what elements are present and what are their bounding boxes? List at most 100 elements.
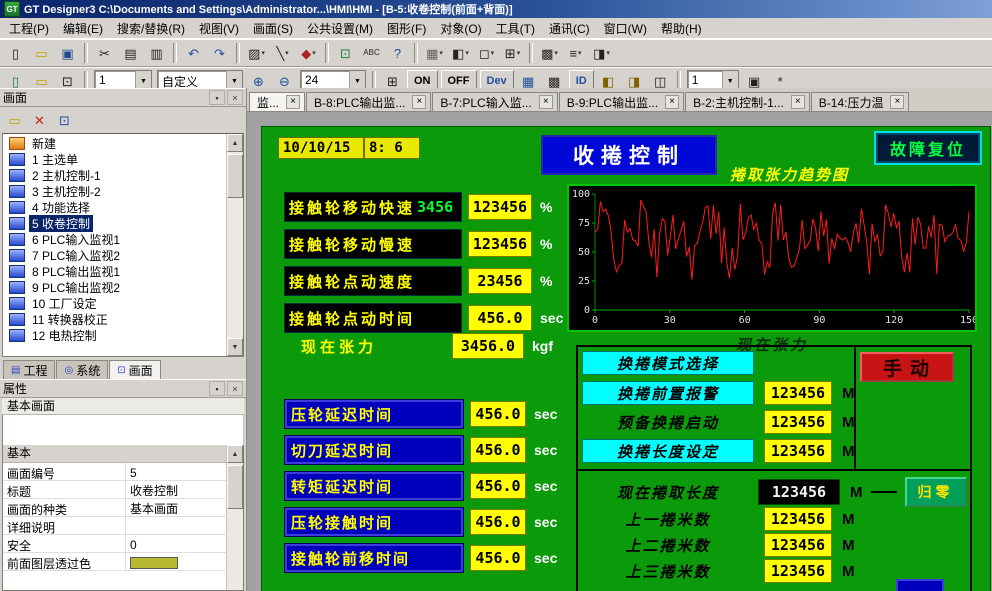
timer-label-plate[interactable]: 转矩延迟时间 — [284, 471, 464, 501]
dropdown-caret-icon[interactable]: ▾ — [261, 49, 265, 57]
property-value[interactable]: 5 — [126, 463, 226, 480]
design-canvas[interactable]: 10/10/15 8: 6 收捲控制 故障复位 捲取张力趋势图 10075502… — [247, 112, 992, 591]
hmi-screen-title[interactable]: 收捲控制 — [541, 135, 717, 175]
screen-tree-item[interactable]: 5 收卷控制 — [3, 215, 226, 231]
transparency-color-swatch[interactable] — [130, 557, 178, 569]
screen-tree-item[interactable]: 4 功能选择 — [3, 199, 226, 215]
pin-icon[interactable]: ▪ — [209, 90, 225, 105]
scroll-up-icon[interactable]: ▲ — [227, 445, 243, 463]
scroll-track[interactable] — [227, 152, 243, 338]
dropdown-caret-icon[interactable]: ▾ — [578, 49, 582, 57]
paint-color-icon[interactable]: ◆▾ — [296, 41, 321, 65]
menu-item[interactable]: 窗口(W) — [597, 18, 654, 39]
menu-item[interactable]: 公共设置(M) — [300, 18, 380, 39]
dock-tab[interactable]: ◎ 系统 — [56, 360, 108, 379]
speed-label-plate[interactable]: 接触轮移动慢速 — [284, 229, 462, 259]
tension-trend-chart[interactable]: 10075502500306090120150 — [567, 184, 977, 332]
screen-image-icon[interactable]: ⊡ — [52, 108, 77, 132]
document-tab[interactable]: B-2:主机控制-1... × — [685, 92, 810, 111]
menu-item[interactable]: 工程(P) — [2, 18, 56, 39]
property-value[interactable] — [126, 553, 226, 570]
roll-row-label[interactable]: 预备换捲启动 — [582, 410, 754, 434]
timer-label-plate[interactable]: 压轮接触时间 — [284, 507, 464, 537]
tab-close-icon[interactable]: × — [791, 95, 805, 109]
dropdown-caret-icon[interactable]: ▾ — [439, 49, 443, 57]
menu-item[interactable]: 搜索/替换(R) — [110, 18, 192, 39]
scroll-track[interactable] — [227, 463, 243, 590]
scroll-down-icon[interactable]: ▼ — [227, 338, 243, 356]
figure-icon[interactable]: ◻▾ — [474, 41, 499, 65]
speed-label-plate[interactable]: 接触轮移动快速 3456 — [284, 192, 462, 222]
dropdown-caret-icon[interactable]: ▾ — [312, 49, 316, 57]
tab-close-icon[interactable]: × — [890, 95, 904, 109]
timer-value-field[interactable]: 456.0 — [470, 401, 526, 427]
dropdown-caret-icon[interactable]: ▾ — [517, 49, 521, 57]
screen-preview-icon[interactable]: ⊡ — [333, 41, 358, 65]
fault-reset-button[interactable]: 故障复位 — [874, 131, 982, 165]
document-tab[interactable]: B-14:压力温 × — [811, 92, 910, 111]
reset-to-zero-button[interactable]: 归零 — [905, 477, 967, 507]
menu-item[interactable]: 画面(S) — [246, 18, 300, 39]
menu-item[interactable]: 工具(T) — [489, 18, 542, 39]
save-icon[interactable]: ▣ — [55, 41, 80, 65]
layer-icon[interactable]: ◨▾ — [589, 41, 614, 65]
date-display[interactable]: 10/10/15 — [278, 137, 364, 159]
speed-value-field[interactable]: 23456 — [468, 268, 532, 294]
menu-item[interactable]: 对象(O) — [433, 18, 488, 39]
help-icon[interactable]: ? — [385, 41, 410, 65]
dropdown-caret-icon[interactable]: ▾ — [491, 49, 495, 57]
dock-tab[interactable]: ▤ 工程 — [3, 360, 55, 379]
paste-icon[interactable]: ▥ — [144, 41, 169, 65]
timer-value-field[interactable]: 456.0 — [470, 437, 526, 463]
tree-scrollbar[interactable]: ▲ ▼ — [226, 134, 243, 356]
open-icon[interactable]: ▭ — [29, 41, 54, 65]
timer-label-plate[interactable]: 压轮延迟时间 — [284, 399, 464, 429]
screen-tree-item[interactable]: 9 PLC输出监视2 — [3, 279, 226, 295]
menu-item[interactable]: 帮助(H) — [654, 18, 709, 39]
delete-screen-icon[interactable]: ✕ — [27, 108, 52, 132]
copy-icon[interactable]: ▤ — [118, 41, 143, 65]
screen-tree-item[interactable]: 6 PLC输入监视1 — [3, 231, 226, 247]
new-icon[interactable]: ▯ — [3, 41, 28, 65]
property-row[interactable]: 详细说明 — [3, 517, 226, 535]
line-style-icon[interactable]: ╲▾ — [270, 41, 295, 65]
tab-close-icon[interactable]: × — [286, 95, 300, 109]
screen-tree-item[interactable]: 10 工厂设定 — [3, 295, 226, 311]
property-value[interactable] — [126, 517, 226, 534]
dropdown-caret-icon[interactable]: ▾ — [465, 49, 469, 57]
timer-value-field[interactable]: 456.0 — [470, 509, 526, 535]
roll-row-label[interactable]: 换捲前置报警 — [582, 381, 754, 405]
speed-value-field[interactable]: 456.0 — [468, 305, 532, 331]
dropdown-caret-icon[interactable]: ▾ — [285, 49, 289, 57]
tab-close-icon[interactable]: × — [539, 95, 553, 109]
roll-row-label[interactable]: 换捲长度设定 — [582, 439, 754, 463]
speed-value-field[interactable]: 123456 — [468, 231, 532, 257]
roll-row-value-field[interactable]: 123456 — [764, 439, 832, 463]
tab-close-icon[interactable]: × — [412, 95, 426, 109]
document-tab[interactable]: B-7:PLC输入监... × — [432, 92, 557, 111]
speed-value-field[interactable]: 123456 — [468, 194, 532, 220]
screen-tree-item[interactable]: 新建 — [3, 135, 226, 151]
property-row[interactable]: 前面图层透过色 — [3, 553, 226, 571]
partially-visible-blue-plate[interactable] — [896, 579, 944, 591]
screen-tree-item[interactable]: 3 主机控制-2 — [3, 183, 226, 199]
dropdown-caret-icon[interactable]: ▾ — [554, 49, 558, 57]
screen-tree-item[interactable]: 8 PLC输出监视1 — [3, 263, 226, 279]
history-row-value-field[interactable]: 123456 — [764, 559, 832, 583]
manual-mode-button[interactable]: 手动 — [860, 352, 954, 382]
hmi-screen[interactable]: 10/10/15 8: 6 收捲控制 故障复位 捲取张力趋势图 10075502… — [261, 126, 991, 591]
timer-label-plate[interactable]: 接触轮前移时间 — [284, 543, 464, 573]
close-panel-icon[interactable]: × — [227, 381, 243, 396]
roll-row-value-field[interactable]: 123456 — [764, 381, 832, 405]
time-display[interactable]: 8: 6 — [364, 137, 420, 159]
roll-mode-label[interactable]: 换捲模式选择 — [582, 351, 754, 375]
property-row[interactable]: 画面的种类 基本画面 — [3, 499, 226, 517]
screen-tree-item[interactable]: 11 转换器校正 — [3, 311, 226, 327]
screen-tree-item[interactable]: 7 PLC输入监视2 — [3, 247, 226, 263]
cut-icon[interactable]: ✂ — [92, 41, 117, 65]
undo-icon[interactable]: ↶ — [181, 41, 206, 65]
property-value[interactable]: 0 — [126, 535, 226, 552]
screen-tree-item[interactable]: 2 主机控制-1 — [3, 167, 226, 183]
roll-row-value-field[interactable]: 123456 — [764, 410, 832, 434]
scroll-thumb[interactable] — [227, 154, 243, 198]
